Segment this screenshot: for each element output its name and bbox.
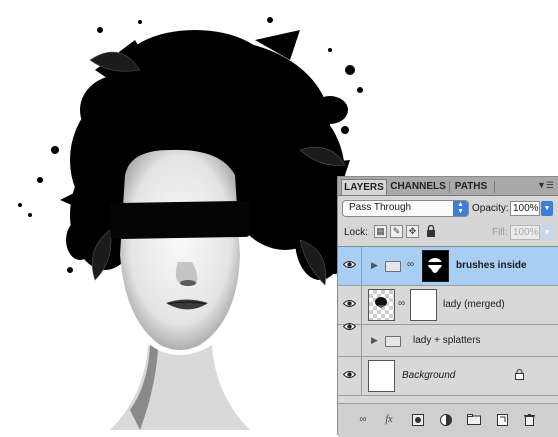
layer-thumbnail[interactable] [368, 289, 395, 321]
expand-arrow-icon[interactable]: ▶ [371, 260, 378, 271]
trash-icon[interactable] [522, 414, 536, 426]
lock-position-icon[interactable]: ✥ [406, 225, 419, 238]
lock-all-icon[interactable] [424, 224, 437, 238]
layer-row-brushes-inside[interactable]: ▶ ∞ brushes inside [338, 247, 558, 286]
opacity-field[interactable]: 100% [510, 201, 540, 216]
face-shape [110, 149, 250, 430]
panel-footer: ∞ fx [338, 403, 558, 437]
panel-tab-bar: LAYERS CHANNELS PATHS ▼☰ [338, 177, 558, 196]
expand-arrow-icon[interactable]: ▶ [371, 335, 378, 346]
mask-link-icon[interactable]: ∞ [407, 259, 414, 270]
mask-thumbnail[interactable] [410, 289, 437, 321]
fill-label: Fill: [492, 227, 508, 238]
visibility-eye-icon[interactable] [338, 247, 362, 285]
layer-row-lady-splatters[interactable]: ▶ lady + splatters [338, 323, 558, 357]
layers-panel: LAYERS CHANNELS PATHS ▼☰ Pass Through ▲ ▼… [337, 176, 558, 437]
visibility-eye-icon[interactable] [338, 357, 362, 395]
fx-icon[interactable]: fx [382, 414, 396, 426]
visibility-eye-icon[interactable] [338, 323, 362, 356]
opacity-dropdown-icon[interactable]: ▼ [541, 201, 553, 216]
new-group-icon[interactable] [467, 414, 481, 426]
layer-name[interactable]: brushes inside [456, 260, 527, 271]
blend-mode-value: Pass Through [349, 202, 412, 213]
tab-divider [494, 181, 495, 193]
layer-name[interactable]: lady + splatters [413, 335, 481, 346]
tab-layers[interactable]: LAYERS [341, 179, 387, 195]
lock-paint-icon[interactable]: ✎ [390, 225, 403, 238]
fill-field[interactable]: 100% [510, 225, 540, 240]
mask-thumbnail[interactable] [422, 250, 449, 282]
layers-list: ▶ ∞ brushes inside ∞ lady (merged) ▶ lad… [338, 246, 558, 403]
add-mask-icon[interactable] [411, 414, 425, 426]
mask-link-icon[interactable]: ∞ [398, 298, 405, 309]
layer-thumbnail[interactable] [368, 360, 395, 392]
fill-dropdown-icon[interactable]: ▼ [541, 225, 553, 240]
visibility-eye-icon[interactable] [338, 286, 362, 324]
lock-icon [515, 369, 524, 383]
blindfold-shape [109, 200, 251, 240]
layer-name[interactable]: lady (merged) [443, 299, 505, 310]
new-layer-icon[interactable] [495, 414, 509, 426]
layer-row-lady-merged[interactable]: ∞ lady (merged) [338, 286, 558, 325]
link-icon[interactable]: ∞ [356, 414, 370, 426]
lock-label: Lock: [344, 227, 368, 238]
tab-divider [449, 181, 450, 193]
panel-menu-icon[interactable]: ▼☰ [537, 180, 554, 191]
layer-row-background[interactable]: Background [338, 357, 558, 396]
layer-name[interactable]: Background [402, 370, 455, 381]
folder-icon [385, 336, 401, 347]
select-arrows-icon: ▲ ▼ [453, 201, 468, 216]
tab-channels[interactable]: CHANNELS [390, 179, 446, 195]
lock-transparency-icon[interactable]: ▦ [374, 225, 387, 238]
adjustment-icon[interactable] [439, 414, 453, 426]
tab-paths[interactable]: PATHS [451, 179, 491, 195]
folder-icon [385, 261, 401, 272]
blend-mode-select[interactable]: Pass Through ▲ ▼ [342, 200, 469, 217]
opacity-label: Opacity: [472, 203, 509, 214]
